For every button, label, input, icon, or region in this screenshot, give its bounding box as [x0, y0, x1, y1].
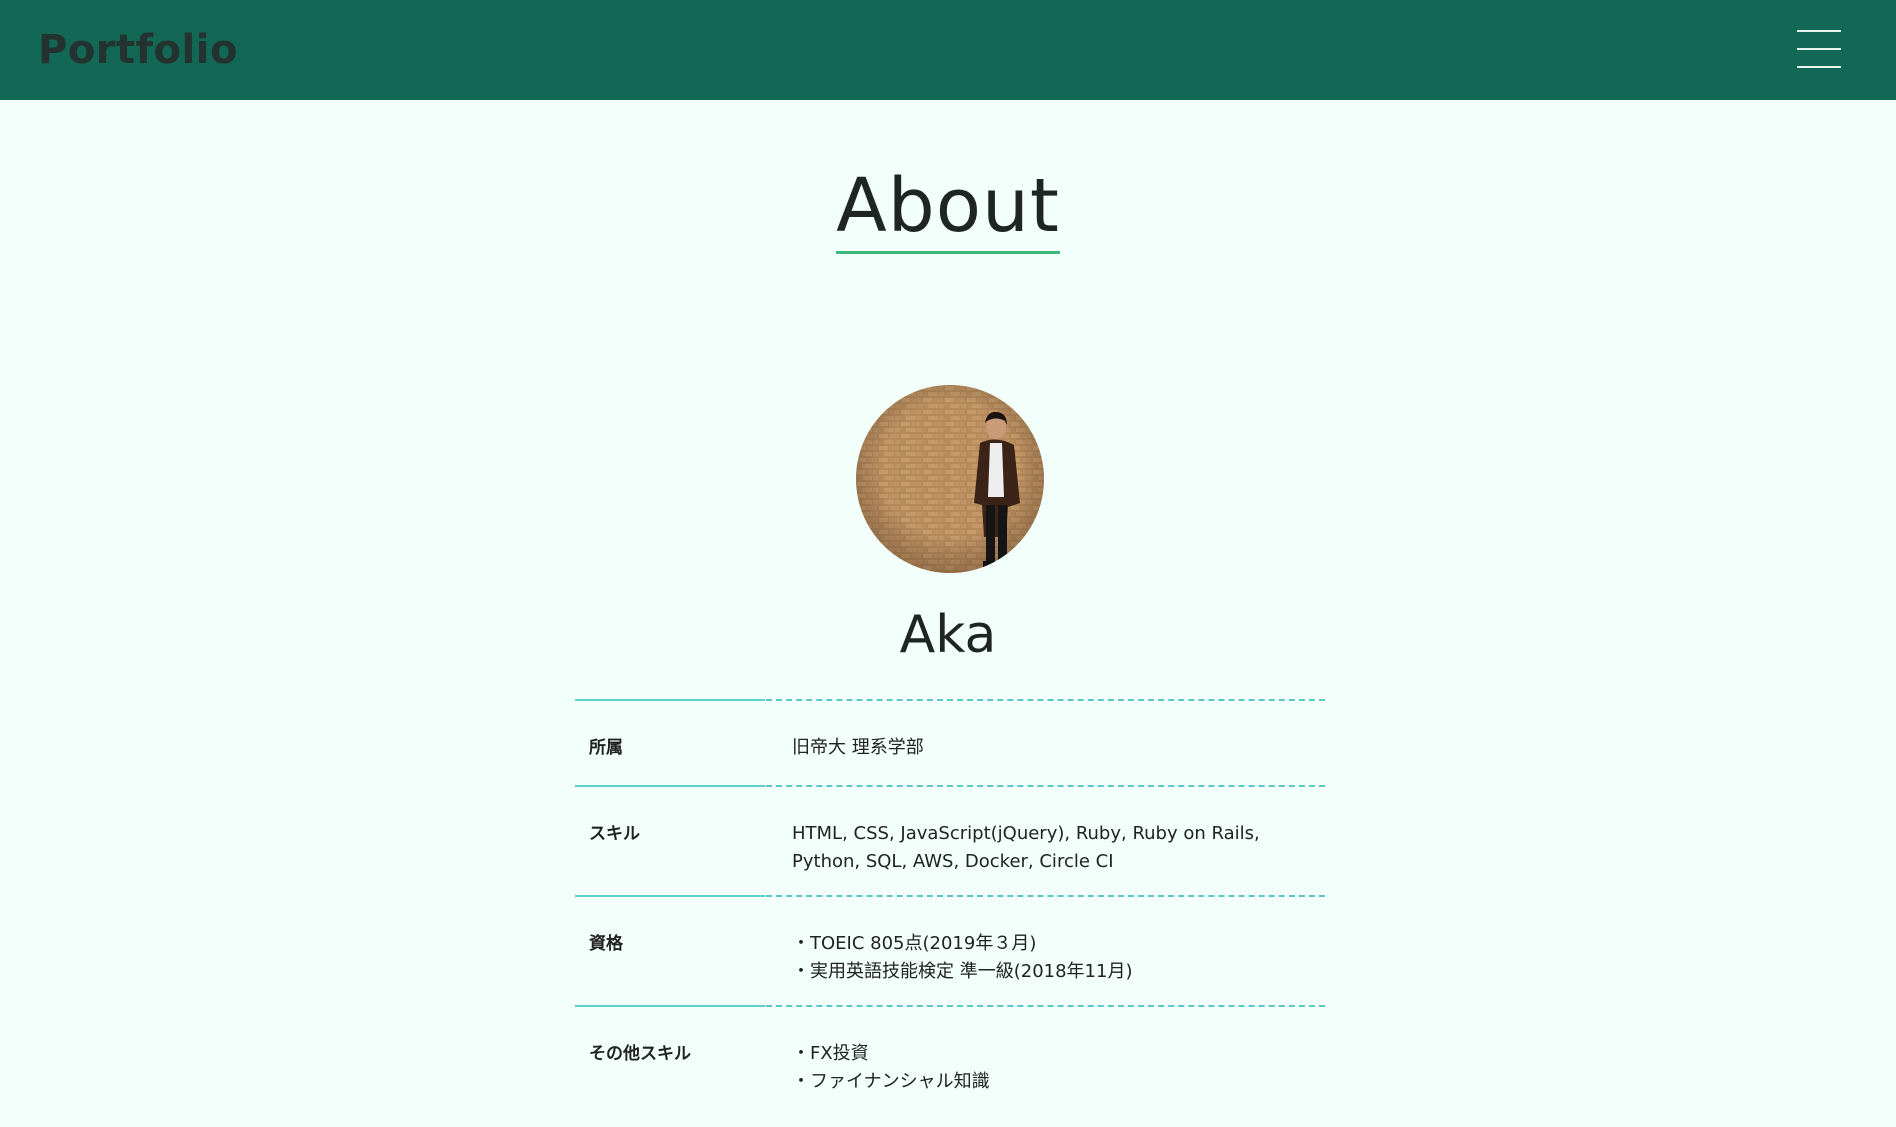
- about-section-header: About: [0, 163, 1896, 254]
- info-row-skills: スキル HTML, CSS, JavaScript(jQuery), Ruby,…: [575, 785, 1325, 895]
- info-value: ・FX投資 ・ファイナンシャル知識: [792, 1007, 1325, 1127]
- other-skill-item: ・FX投資: [792, 1043, 869, 1064]
- info-value: ・TOEIC 805点(2019年３月) ・実用英語技能検定 準一級(2018年…: [792, 897, 1325, 1005]
- info-label: 資格: [589, 934, 623, 954]
- info-value: HTML, CSS, JavaScript(jQuery), Ruby, Rub…: [792, 787, 1325, 895]
- page-title: About: [836, 163, 1060, 254]
- certification-item: ・TOEIC 805点(2019年３月): [792, 933, 1037, 954]
- other-skill-item: ・ファイナンシャル知識: [792, 1071, 990, 1092]
- info-label: その他スキル: [589, 1044, 691, 1064]
- info-row-certifications: 資格 ・TOEIC 805点(2019年３月) ・実用英語技能検定 準一級(20…: [575, 895, 1325, 1005]
- avatar: [856, 385, 1044, 573]
- skills-line: HTML, CSS, JavaScript(jQuery), Ruby, Rub…: [792, 823, 1260, 844]
- site-logo[interactable]: Portfolio: [38, 26, 238, 74]
- info-row-affiliation: 所属 旧帝大 理系学部: [575, 699, 1325, 785]
- profile-info-table: 所属 旧帝大 理系学部 スキル HTML, CSS, JavaScript(jQ…: [575, 699, 1325, 1127]
- certification-item: ・実用英語技能検定 準一級(2018年11月): [792, 961, 1133, 982]
- info-row-other-skills: その他スキル ・FX投資 ・ファイナンシャル知識: [575, 1005, 1325, 1127]
- profile-photo: [856, 385, 1044, 573]
- hamburger-menu-button[interactable]: [1795, 28, 1843, 70]
- affiliation-value: 旧帝大 理系学部: [792, 737, 924, 758]
- skills-line: Python, SQL, AWS, Docker, Circle CI: [792, 851, 1114, 872]
- info-value: 旧帝大 理系学部: [792, 701, 1325, 785]
- profile-name: Aka: [899, 605, 997, 665]
- info-label: 所属: [589, 738, 623, 758]
- info-label: スキル: [589, 824, 640, 844]
- site-header: Portfolio: [0, 0, 1896, 100]
